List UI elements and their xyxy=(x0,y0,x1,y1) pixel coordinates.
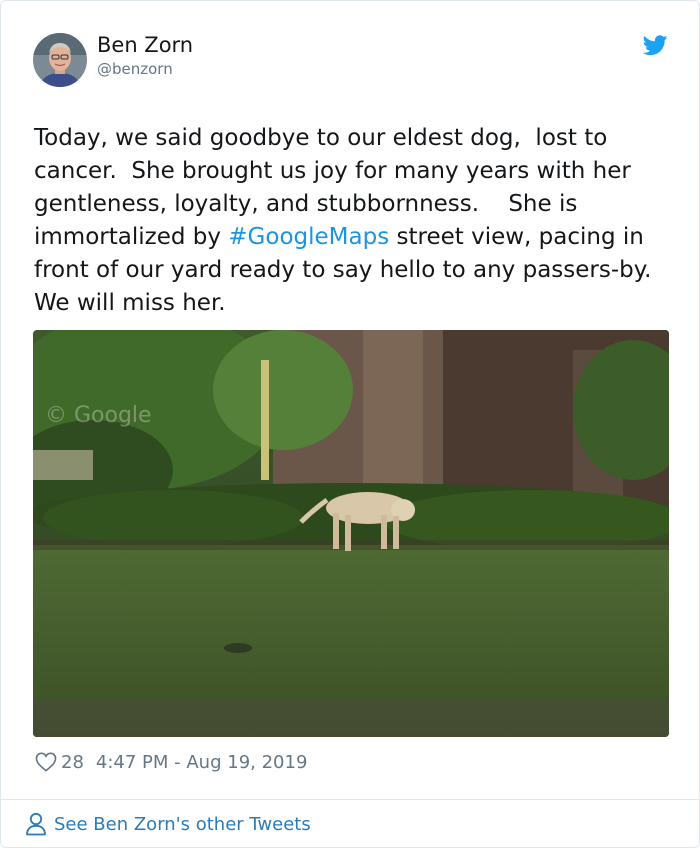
profile-photo xyxy=(33,33,87,87)
hashtag-link[interactable]: #GoogleMaps xyxy=(228,224,389,250)
tweet-photo[interactable]: © Google xyxy=(33,330,669,737)
tweet-text: Today, we said goodbye to our eldest dog… xyxy=(34,122,674,320)
author-handle[interactable]: @benzorn xyxy=(97,60,173,78)
see-other-tweets-link[interactable]: See Ben Zorn's other Tweets xyxy=(25,809,311,839)
tweet-timestamp[interactable]: 4:47 PM - Aug 19, 2019 xyxy=(96,752,308,773)
embedded-tweet-card: Ben Zorn @benzorn Today, we said goodbye… xyxy=(0,0,700,848)
twitter-bird-icon[interactable] xyxy=(643,35,668,56)
person-icon xyxy=(26,812,46,836)
tweet-meta: 28 4:47 PM - Aug 19, 2019 xyxy=(35,748,307,776)
divider xyxy=(1,799,699,800)
like-count[interactable]: 28 xyxy=(61,752,84,773)
heart-icon[interactable] xyxy=(35,752,57,772)
street-view-photo: © Google xyxy=(33,330,669,737)
see-other-tweets-label[interactable]: See Ben Zorn's other Tweets xyxy=(54,814,311,835)
google-watermark: © Google xyxy=(45,403,152,428)
author-name[interactable]: Ben Zorn xyxy=(97,33,193,57)
avatar[interactable] xyxy=(33,33,87,87)
